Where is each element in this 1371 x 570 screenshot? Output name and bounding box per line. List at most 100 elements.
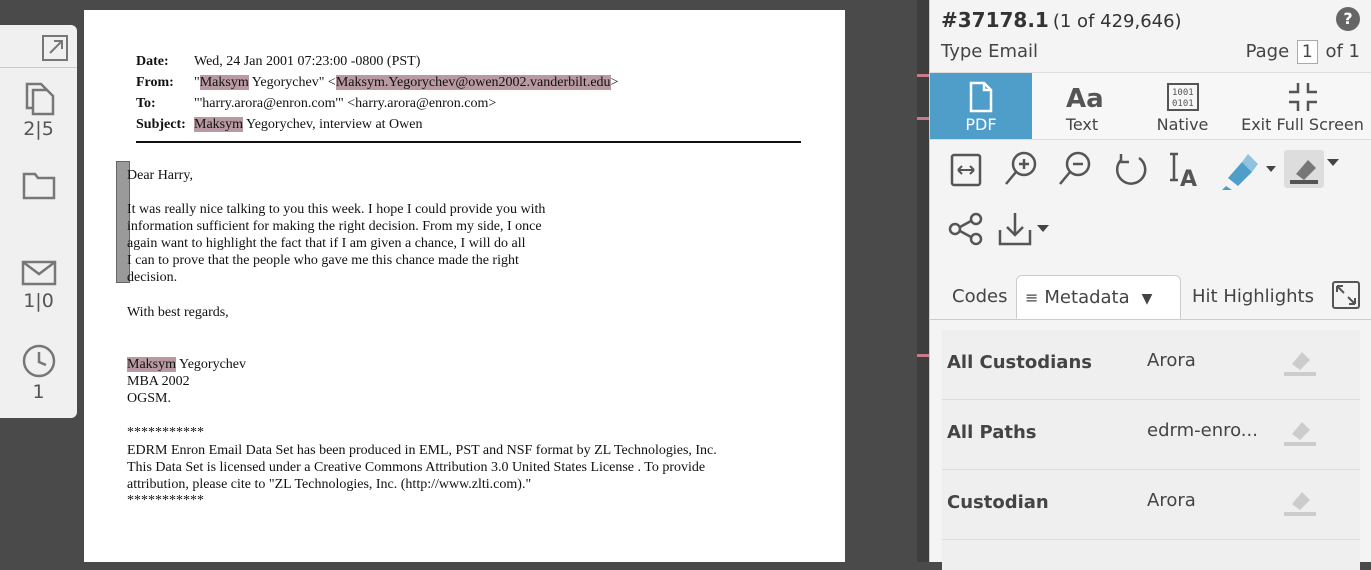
body-line: again want to highlight the fact that if… [127, 236, 526, 251]
highlighter-icon[interactable] [1218, 148, 1278, 192]
redaction-marker-icon [1290, 160, 1318, 184]
header-date: Date: Wed, 24 Jan 2001 07:23:00 -0800 (PS… [136, 52, 420, 71]
from-prefix: " [194, 75, 200, 90]
tab-pdf-label: PDF [965, 115, 997, 134]
panel-tabs: Codes ≡ Metadata ▼ Hit Highlights [930, 275, 1371, 320]
footer-line: EDRM Enron Email Data Set has been produ… [127, 443, 717, 458]
page-total: of 1 [1325, 41, 1360, 62]
document-page[interactable]: Date: Wed, 24 Jan 2001 07:23:00 -0800 (PS… [84, 10, 845, 562]
documents-icon [25, 82, 54, 116]
mail-button[interactable]: 1|0 [0, 258, 77, 312]
page-label: Page [1245, 41, 1290, 62]
font-icon: Aa [1066, 84, 1102, 113]
history-button[interactable]: 1 [0, 343, 77, 403]
metadata-row-partial [942, 540, 1360, 570]
folder-icon [22, 172, 55, 200]
tab-codes[interactable]: Codes [952, 275, 1007, 319]
popout-button[interactable] [0, 33, 77, 63]
body-line: I can to prove that the people who gave … [127, 253, 519, 268]
share-icon[interactable] [948, 212, 984, 246]
footer-line: attribution, please cite to "ZL Technolo… [127, 477, 532, 492]
svg-text:Aa: Aa [1066, 84, 1102, 113]
native-icon-text: 0101 [1172, 99, 1194, 109]
subject-label: Subject: [136, 117, 186, 132]
fit-width-icon[interactable] [950, 152, 982, 188]
tab-native-label: Native [1156, 115, 1209, 134]
stars-separator: *********** [127, 493, 204, 508]
page-input[interactable]: 1 [1296, 40, 1318, 64]
redact-field-icon[interactable] [1282, 414, 1318, 448]
rail-divider [0, 67, 77, 68]
body-line: decision. [127, 270, 178, 285]
tab-metadata-label: Metadata [1044, 287, 1130, 308]
svg-text:A: A [1180, 167, 1197, 190]
signature-line: MBA 2002 [127, 374, 190, 389]
doc-type: Type Email [941, 41, 1039, 62]
doc-id: #37178.1 [941, 8, 1049, 32]
exit-fullscreen-button[interactable]: Exit Full Screen [1233, 73, 1371, 139]
metadata-value: Arora [1147, 350, 1196, 371]
metadata-value: Arora [1147, 490, 1196, 511]
zoom-in-icon[interactable] [1003, 150, 1039, 190]
header-from: From: "Maksym Yegorychev" <Maksym.Yegoryc… [136, 73, 618, 92]
doc-count: (1 of 429,646) [1052, 11, 1182, 32]
popout-icon [42, 35, 68, 61]
date-value: Wed, 24 Jan 2001 07:23:00 -0800 (PST) [194, 54, 421, 69]
doc-id-row: #37178.1 (1 of 429,646) [941, 8, 1182, 32]
signature-line: OGSM. [127, 391, 171, 406]
hit-marker[interactable] [917, 354, 929, 357]
hit-marker[interactable] [917, 74, 929, 77]
folders-button[interactable] [0, 168, 77, 202]
view-tabs: PDF Aa Text 1001 0101 Native Exit Full S… [930, 72, 1371, 140]
productions-button[interactable]: 2|5 [0, 80, 77, 140]
collapse-icon [1288, 83, 1317, 111]
redact-field-icon[interactable] [1282, 344, 1318, 378]
metadata-key: All Paths [947, 422, 1037, 443]
hit-marker[interactable] [917, 117, 929, 120]
metadata-row: All Paths edrm-enro... [942, 400, 1360, 470]
tab-hit-highlights[interactable]: Hit Highlights [1192, 275, 1314, 319]
metadata-row: Custodian Arora [942, 470, 1360, 540]
expand-panel-button[interactable] [1332, 281, 1360, 309]
menu-icon: ≡ [1025, 288, 1039, 307]
productions-count: 2|5 [23, 118, 54, 140]
hit-highlight: Maksym [194, 117, 243, 132]
zoom-out-icon[interactable] [1057, 150, 1093, 190]
document-panel: #37178.1 (1 of 429,646) ? Type Email Page… [929, 0, 1371, 570]
tab-pdf[interactable]: PDF [930, 73, 1033, 139]
history-count: 1 [32, 381, 45, 403]
signature-name: Maksym Yegorychev [127, 356, 246, 373]
to-value: "'harry.arora@enron.com'" <harry.arora@e… [194, 96, 497, 111]
download-icon[interactable] [997, 210, 1057, 248]
rotate-icon[interactable] [1111, 150, 1149, 190]
metadata-row: All Custodians Arora [942, 330, 1360, 400]
mail-count: 1|0 [23, 290, 54, 312]
toolbar: A [930, 140, 1371, 260]
tab-metadata[interactable]: ≡ Metadata ▼ [1016, 275, 1181, 319]
exit-fullscreen-label: Exit Full Screen [1241, 115, 1364, 134]
redact-field-icon[interactable] [1282, 484, 1318, 518]
expand-icon [1336, 285, 1356, 305]
to-label: To: [136, 96, 156, 111]
metadata-key: Custodian [947, 492, 1049, 513]
page-nav: Page 1 of 1 [1246, 40, 1360, 64]
help-button[interactable]: ? [1336, 7, 1360, 31]
header-subject: Subject: Maksym Yegorychev, interview at … [136, 115, 423, 134]
pane-divider[interactable] [917, 0, 929, 562]
greeting: Dear Harry, [127, 168, 193, 183]
from-label: From: [136, 75, 174, 90]
native-icon-text: 1001 [1172, 88, 1194, 98]
metadata-value: edrm-enro... [1147, 420, 1258, 441]
tab-text-label: Text [1065, 115, 1099, 134]
tab-native[interactable]: 1001 0101 Native [1132, 73, 1234, 139]
stars-separator: *********** [127, 425, 204, 440]
caret-down-icon: ▼ [1141, 291, 1153, 307]
closing: With best regards, [127, 305, 229, 320]
date-label: Date: [136, 54, 169, 69]
binary-file-icon: 1001 0101 [1166, 83, 1199, 111]
redact-button[interactable] [1284, 150, 1324, 188]
chevron-down-icon[interactable] [1326, 158, 1340, 168]
text-select-icon[interactable]: A [1166, 150, 1204, 190]
tab-text[interactable]: Aa Text [1032, 73, 1133, 139]
pdf-file-icon [969, 81, 993, 113]
